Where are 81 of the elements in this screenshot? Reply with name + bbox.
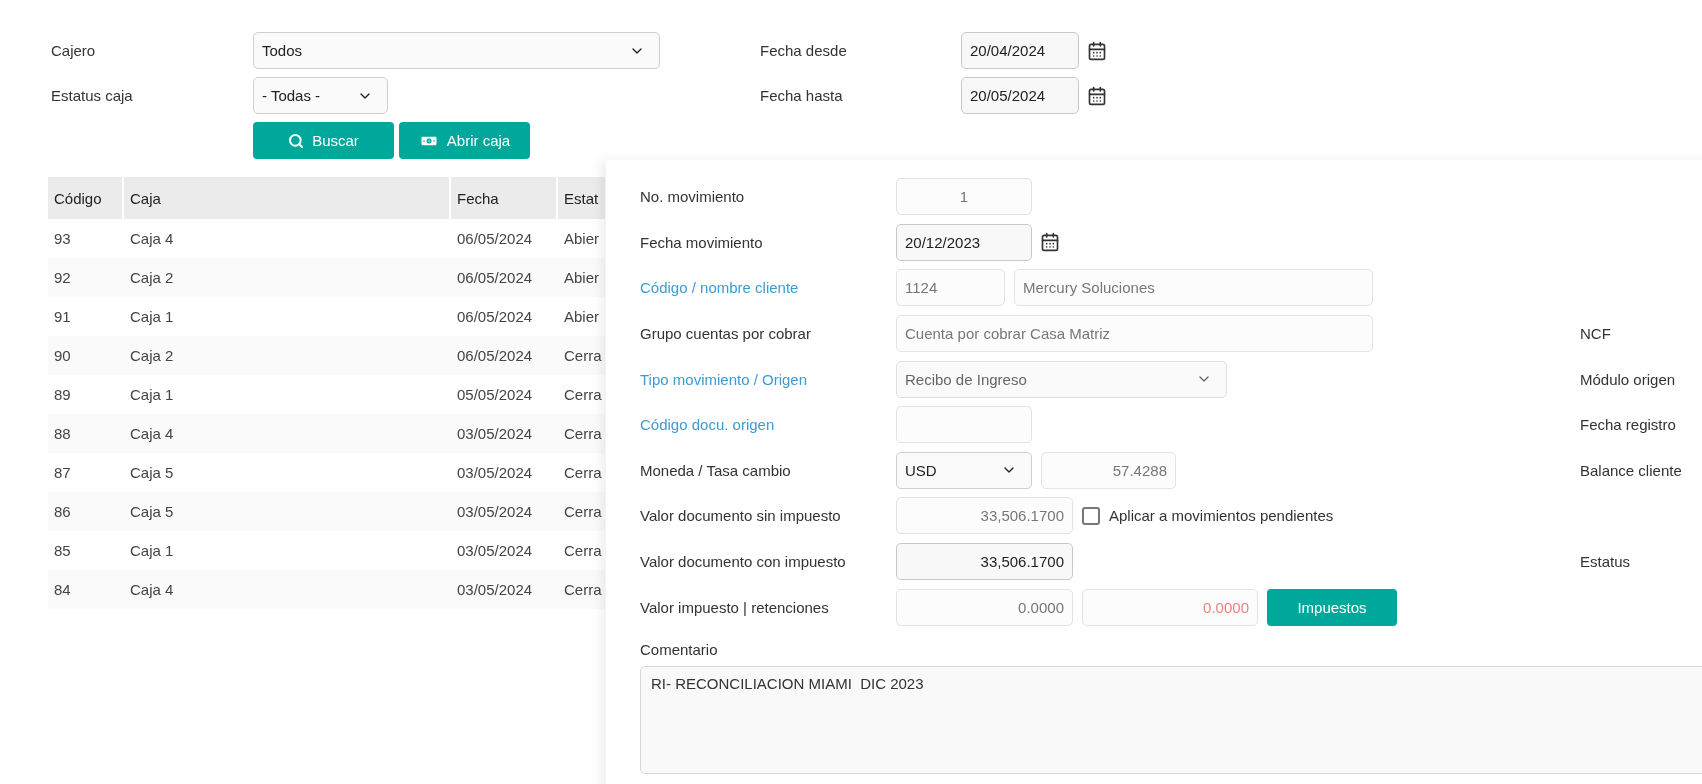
field-link[interactable]: Código docu. origen	[640, 416, 896, 434]
field-label: NCF	[1580, 325, 1612, 343]
table-cell-text: 03/05/2024	[456, 581, 534, 598]
filter-label: Fecha desde	[759, 42, 848, 59]
field-label: Módulo origen	[1580, 370, 1677, 388]
field-label: Valor impuesto | retenciones	[640, 598, 830, 616]
table-cell-text: 89	[53, 386, 72, 403]
table-cell-text: 91	[53, 308, 72, 325]
dropdown[interactable]: USD	[896, 451, 1032, 489]
date-field[interactable]: 20/05/2024	[961, 77, 1079, 114]
table-cell-text: 93	[53, 230, 72, 247]
table-cell-text: 03/05/2024	[456, 503, 534, 520]
table-cell-text: Caja 1	[129, 542, 175, 559]
table-cell-text: 86	[53, 503, 72, 520]
table-cell-text: Abier	[563, 230, 601, 247]
table-cell-text: 03/05/2024	[456, 464, 534, 481]
table-cell-text: Caja 2	[129, 347, 175, 364]
checkbox[interactable]	[1082, 506, 1100, 525]
table-cell-text: 85	[53, 542, 72, 559]
field-label: Grupo cuentas por cobrar	[640, 325, 812, 343]
table-cell-text: 88	[53, 425, 72, 442]
column-header[interactable]: Estat	[558, 177, 605, 219]
table-cell-text: Abier	[563, 308, 601, 325]
field-label: Fecha movimiento	[640, 233, 764, 251]
filter-label: Cajero	[50, 42, 97, 59]
table-cell-text: 05/05/2024	[456, 386, 534, 403]
table-cell-text: Cerra	[563, 542, 603, 559]
search-icon	[288, 132, 305, 149]
field-label: Fecha registro	[1580, 416, 1677, 434]
table-cell-text: Caja 4	[129, 425, 175, 442]
calendar-icon[interactable]	[1087, 85, 1107, 106]
table-cell-text: 84	[53, 581, 72, 598]
table-cell-text: Caja 1	[129, 386, 175, 403]
table-cell-text: Cerra	[563, 386, 603, 403]
table-cell-text: Abier	[563, 269, 601, 286]
table-cell-text: 03/05/2024	[456, 542, 534, 559]
search-button[interactable]: Buscar	[253, 122, 394, 159]
table-cell-text: 06/05/2024	[456, 269, 534, 286]
dropdown[interactable]: Todos	[253, 32, 660, 69]
table-cell-text: Caja 5	[129, 464, 175, 481]
table-cell-text: Cerra	[563, 347, 603, 364]
table-cell-text: Cerra	[563, 581, 603, 598]
field-link[interactable]: Tipo movimiento / Origen	[640, 370, 896, 388]
checkbox-label: Aplicar a movimientos pendientes	[1109, 507, 1334, 525]
field-label: Comentario	[640, 640, 719, 661]
table-cell-text: Caja 2	[129, 269, 175, 286]
table-cell-text: Caja 4	[129, 230, 175, 247]
column-header[interactable]: Fecha	[451, 177, 558, 219]
table-cell-text: Caja 1	[129, 308, 175, 325]
table-cell-text: 92	[53, 269, 72, 286]
field-label: Valor documento sin impuesto	[640, 507, 842, 525]
table-cell-text: 06/05/2024	[456, 347, 534, 364]
column-header[interactable]: Código	[48, 177, 124, 219]
taxes-button[interactable]: Impuestos	[1267, 588, 1397, 626]
field-link[interactable]: Código / nombre cliente	[640, 279, 896, 297]
table-cell-text: 06/05/2024	[456, 230, 534, 247]
filter-label: Fecha hasta	[759, 87, 844, 104]
column-header[interactable]: Caja	[124, 177, 451, 219]
field-label: Balance cliente	[1580, 461, 1683, 479]
calendar-icon[interactable]	[1087, 40, 1107, 61]
date-field[interactable]: 20/04/2024	[961, 32, 1079, 69]
table-cell-text: Cerra	[563, 464, 603, 481]
comment-field[interactable]: RI- RECONCILIACION MIAMI DIC 2023	[640, 665, 1702, 774]
input-field[interactable]: 33,506.1700	[896, 543, 1073, 581]
table-cell-text: 87	[53, 464, 72, 481]
table-cell-text: Cerra	[563, 425, 603, 442]
open-register-button[interactable]: Abrir caja	[399, 122, 530, 159]
table-cell-text: Caja 4	[129, 581, 175, 598]
field-label: Moneda / Tasa cambio	[640, 461, 792, 479]
calendar-icon[interactable]	[1040, 232, 1060, 253]
date-field[interactable]: 20/12/2023	[896, 223, 1032, 261]
table-cell-text: Cerra	[563, 503, 603, 520]
table-cell-text: 03/05/2024	[456, 425, 534, 442]
field-label: No. movimiento	[640, 188, 746, 206]
filter-label: Estatus caja	[50, 87, 134, 104]
table-cell-text: 06/05/2024	[456, 308, 534, 325]
field-label: Valor documento con impuesto	[640, 553, 847, 571]
table-cell-text: Caja 5	[129, 503, 175, 520]
table-cell-text: 90	[53, 347, 72, 364]
dropdown[interactable]: - Todas -	[253, 77, 388, 114]
field-label: Estatus	[1580, 553, 1632, 571]
